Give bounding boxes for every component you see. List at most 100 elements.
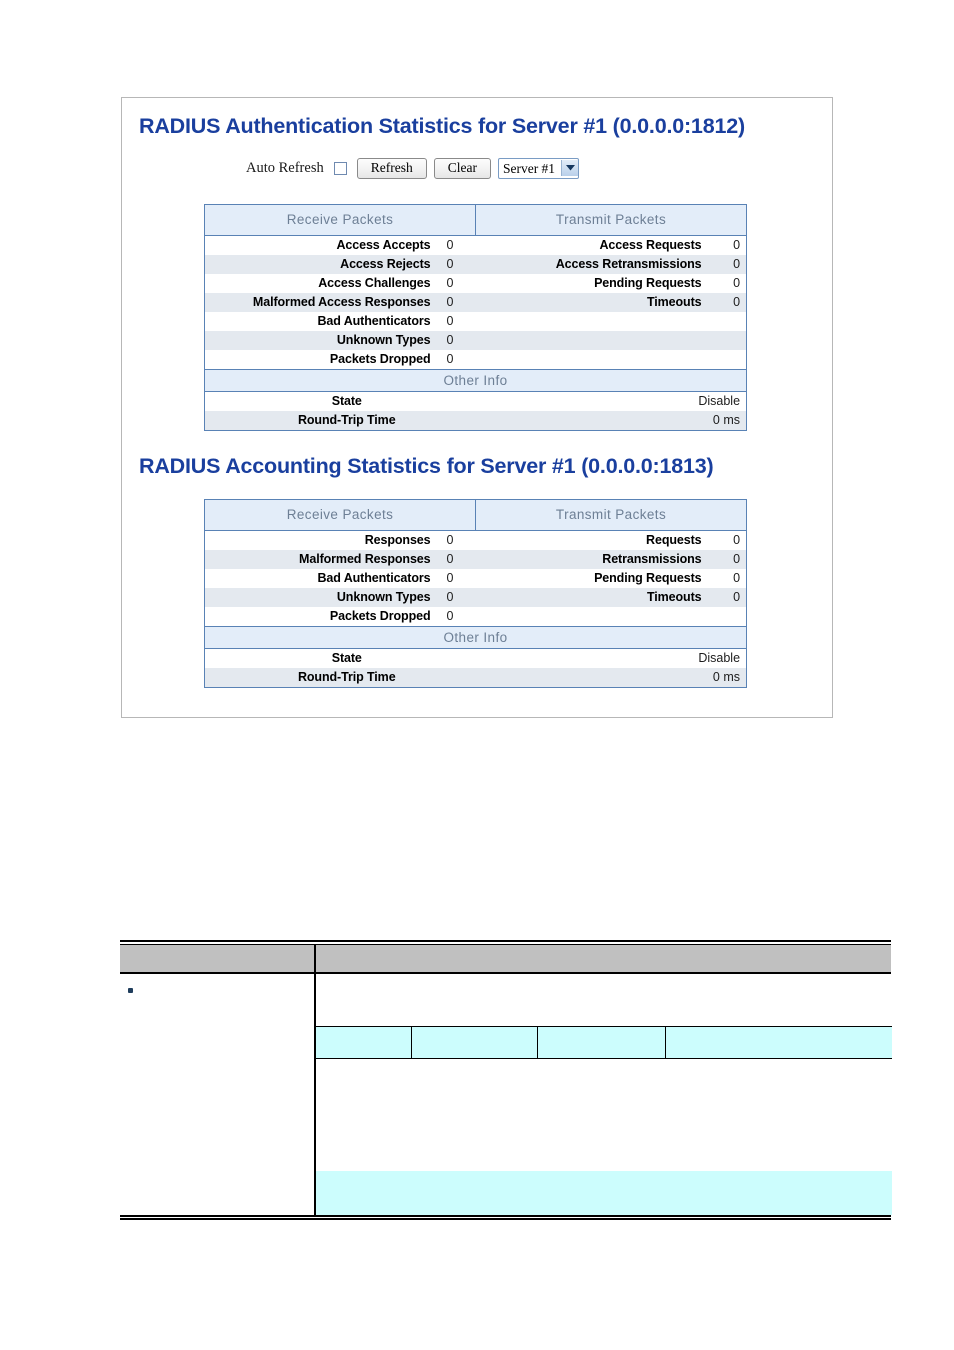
auth-other-info-header: Other Info — [204, 369, 747, 392]
inner-cell — [316, 1026, 412, 1059]
stat-label: Timeouts — [475, 293, 715, 312]
table-row: Malformed Access Responses 0 Timeouts 0 — [204, 293, 747, 312]
stat-value: 0 — [443, 588, 476, 607]
stat-label: Packets Dropped — [204, 607, 444, 627]
table-row: Unknown Types 0 — [204, 331, 747, 350]
stat-label-empty — [475, 331, 715, 350]
inner-cell — [665, 1026, 892, 1059]
stat-value-empty — [714, 312, 747, 331]
table-row: Unknown Types 0 Timeouts 0 — [204, 588, 747, 607]
doc-inner-table — [316, 974, 892, 1215]
stat-label: Pending Requests — [475, 274, 715, 293]
table-body-row — [120, 973, 892, 1216]
table-row: State Disable — [204, 648, 747, 668]
table-row: Access Rejects 0 Access Retransmissions … — [204, 255, 747, 274]
toolbar-controls: Auto Refresh Refresh Clear Server #1 — [246, 158, 580, 179]
stat-label: Requests — [475, 530, 715, 550]
stat-value: 0 — [714, 235, 747, 255]
acct-transmit-packets-header: Transmit Packets — [475, 499, 747, 531]
stat-label: Access Requests — [475, 235, 715, 255]
stat-label-empty — [475, 312, 715, 331]
stat-value: 0 — [714, 274, 747, 293]
acct-statistics-table: Receive Packets Transmit Packets Respons… — [204, 499, 748, 688]
stat-value: 0 — [443, 350, 476, 370]
server-select-value: Server #1 — [502, 160, 556, 176]
stat-value: 0 — [443, 293, 476, 312]
stat-label: Timeouts — [475, 588, 715, 607]
doc-header-cell-left — [120, 944, 316, 974]
stat-value: 0 — [443, 331, 476, 350]
stat-value: 0 — [443, 274, 476, 293]
other-info-label: Round-Trip Time — [204, 411, 476, 431]
stat-value: 0 — [443, 235, 476, 255]
bullet-icon — [128, 988, 133, 993]
stat-label-empty — [475, 350, 715, 370]
stat-value: 0 — [443, 607, 476, 627]
stat-label: Bad Authenticators — [204, 312, 444, 331]
stat-label: Bad Authenticators — [204, 569, 444, 588]
stat-label: Responses — [204, 530, 444, 550]
other-info-header-row: Other Info — [204, 626, 747, 649]
stat-value: 0 — [443, 550, 476, 569]
inner-spacer-row — [316, 974, 892, 1027]
stat-value: 0 — [714, 255, 747, 274]
refresh-button[interactable]: Refresh — [356, 158, 427, 179]
stat-value: 0 — [714, 569, 747, 588]
table-row: Responses 0 Requests 0 — [204, 530, 747, 550]
other-info-label: Round-Trip Time — [204, 668, 476, 688]
stat-label: Packets Dropped — [204, 350, 444, 370]
document-description-table — [120, 940, 892, 1220]
stat-label: Malformed Access Responses — [204, 293, 444, 312]
stat-value: 0 — [714, 588, 747, 607]
stat-value: 0 — [443, 312, 476, 331]
other-info-value: 0 ms — [475, 411, 747, 431]
auto-refresh-label: Auto Refresh — [246, 160, 324, 176]
stat-label-empty — [475, 607, 715, 627]
auth-receive-packets-header: Receive Packets — [204, 204, 477, 236]
auto-refresh-checkbox[interactable] — [333, 162, 347, 175]
stat-value-empty — [714, 350, 747, 370]
doc-body-right-cell — [315, 973, 892, 1216]
stat-value: 0 — [714, 293, 747, 312]
stat-label: Pending Requests — [475, 569, 715, 588]
table-row: Bad Authenticators 0 Pending Requests 0 — [204, 569, 747, 588]
stat-label: Access Retransmissions — [475, 255, 715, 274]
table-row: Packets Dropped 0 — [204, 350, 747, 370]
table-bottom-rule — [120, 1215, 891, 1220]
server-select[interactable]: Server #1 — [497, 158, 580, 179]
stat-label: Access Challenges — [204, 274, 444, 293]
other-info-value: 0 ms — [475, 668, 747, 688]
stat-label: Malformed Responses — [204, 550, 444, 569]
stat-label: Access Accepts — [204, 235, 444, 255]
table-row: Access Challenges 0 Pending Requests 0 — [204, 274, 747, 293]
inner-highlight-block-row — [316, 1171, 892, 1215]
auth-statistics-table: Receive Packets Transmit Packets Access … — [204, 204, 748, 431]
stat-value: 0 — [714, 550, 747, 569]
table-header-row: Receive Packets Transmit Packets — [204, 499, 747, 531]
stat-label: Unknown Types — [204, 588, 444, 607]
doc-body-left-cell — [120, 973, 316, 1216]
stat-value-empty — [714, 607, 747, 627]
other-info-value: Disable — [475, 391, 747, 411]
inner-spacer-row — [316, 1058, 892, 1171]
auth-transmit-packets-header: Transmit Packets — [475, 204, 747, 236]
stat-label: Retransmissions — [475, 550, 715, 569]
inner-cell — [411, 1026, 538, 1059]
inner-highlight-row — [316, 1026, 892, 1059]
table-row: Round-Trip Time 0 ms — [204, 668, 747, 688]
stat-value: 0 — [443, 569, 476, 588]
acct-other-info-header: Other Info — [204, 626, 747, 649]
other-info-label: State — [204, 391, 476, 411]
stat-value: 0 — [714, 530, 747, 550]
other-info-value: Disable — [475, 648, 747, 668]
clear-button[interactable]: Clear — [433, 158, 491, 179]
stat-label: Unknown Types — [204, 331, 444, 350]
stat-value-empty — [714, 331, 747, 350]
stat-value: 0 — [443, 530, 476, 550]
table-row: Round-Trip Time 0 ms — [204, 411, 747, 431]
auth-statistics-page-title: RADIUS Authentication Statistics for Ser… — [139, 114, 745, 138]
acct-receive-packets-header: Receive Packets — [204, 499, 477, 531]
chevron-down-icon — [561, 160, 579, 176]
table-row: State Disable — [204, 391, 747, 411]
table-row: Access Accepts 0 Access Requests 0 — [204, 235, 747, 255]
